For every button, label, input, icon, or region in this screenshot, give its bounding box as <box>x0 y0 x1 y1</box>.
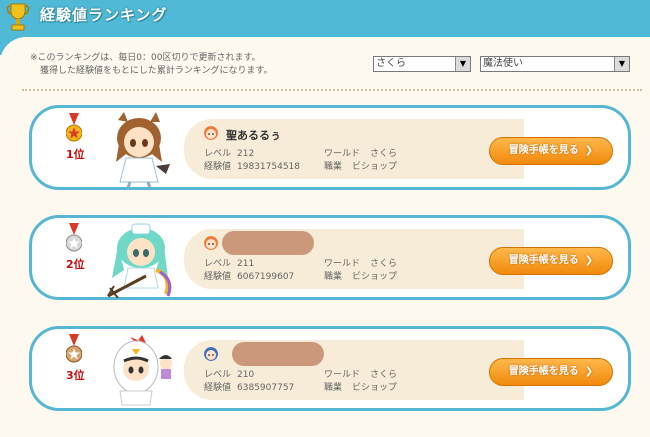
job-row: 職業 ビショップ <box>324 269 397 282</box>
chevron-right-icon: ❯ <box>584 366 594 377</box>
job-select[interactable]: 魔法使い ▼ <box>480 56 630 72</box>
world-value: さくら <box>370 149 398 159</box>
player-name: 聖あるるぅ <box>226 129 281 142</box>
level-row: レベル 212 <box>204 146 254 159</box>
level-row: レベル 210 <box>204 367 254 380</box>
redacted-player-name <box>232 342 324 366</box>
chevron-down-icon[interactable]: ▼ <box>455 57 470 71</box>
world-row: ワールド さくら <box>324 146 397 159</box>
character-avatar <box>107 223 172 298</box>
page-title: 経験値ランキング <box>40 6 168 24</box>
job-row: 職業 ビショップ <box>324 380 397 393</box>
world-select[interactable]: さくら ▼ <box>373 56 471 72</box>
character-avatar <box>113 335 172 406</box>
user-face-icon <box>204 126 218 140</box>
rank-label: 3位 <box>66 369 85 382</box>
chevron-right-icon: ❯ <box>584 145 594 156</box>
redacted-player-name <box>222 231 314 255</box>
job-label: 職業 <box>324 383 343 393</box>
world-row: ワールド さくら <box>324 367 397 380</box>
level-row: レベル 211 <box>204 256 254 269</box>
button-label: 冒険手帳を見る <box>508 255 579 266</box>
trophy-icon <box>6 3 30 31</box>
chevron-right-icon: ❯ <box>584 255 594 266</box>
player-info: 聖あるるぅ レベル 212 経験値 19831754518 ワールド さくら 職業 ビシ… <box>184 119 524 179</box>
world-label: ワールド <box>324 149 361 159</box>
notice-line-2: 獲得した経験値をもとにした累計ランキングになります。 <box>40 66 273 76</box>
world-value: さくら <box>370 370 398 380</box>
world-label: ワールド <box>324 370 361 380</box>
ranking-card: 3位 レベル 210 経験値 6385907757 ワールド さくら 職業 ビショップ … <box>29 326 631 411</box>
view-adventure-log-button[interactable]: 冒険手帳を見る ❯ <box>489 137 613 165</box>
character-avatar <box>116 112 170 188</box>
world-row: ワールド さくら <box>324 256 397 269</box>
exp-row: 経験値 19831754518 <box>204 159 300 172</box>
job-value: ビショップ <box>352 383 398 393</box>
exp-row: 経験値 6385907757 <box>204 380 294 393</box>
world-select-value: さくら <box>376 58 406 69</box>
level-label: レベル <box>204 149 232 159</box>
ranking-card: 1位 聖あるるぅ レベル 212 経験値 19831754518 ワールド さくら 職… <box>29 105 631 190</box>
ranking-card: 2位 レベル 211 経験値 6067199607 ワールド さくら 職業 ビショップ … <box>29 215 631 300</box>
ranking-notice: ※このランキングは、毎日0：00区切りで更新されます。 獲得した経験値をもとにし… <box>30 52 273 78</box>
level-value: 212 <box>237 149 255 159</box>
chevron-down-icon[interactable]: ▼ <box>614 57 629 71</box>
world-label: ワールド <box>324 259 361 269</box>
job-label: 職業 <box>324 272 343 282</box>
level-value: 210 <box>237 370 255 380</box>
level-label: レベル <box>204 259 232 269</box>
button-label: 冒険手帳を見る <box>508 366 579 377</box>
view-adventure-log-button[interactable]: 冒険手帳を見る ❯ <box>489 247 613 275</box>
exp-label: 経験値 <box>204 272 232 282</box>
job-value: ビショップ <box>352 272 398 282</box>
bronze-medal-icon <box>66 334 82 363</box>
gold-medal-icon <box>66 113 82 142</box>
button-label: 冒険手帳を見る <box>508 145 579 156</box>
world-value: さくら <box>370 259 398 269</box>
job-value: ビショップ <box>352 162 398 172</box>
exp-value: 6385907757 <box>237 383 295 393</box>
job-select-value: 魔法使い <box>483 58 523 69</box>
job-row: 職業 ビショップ <box>324 159 397 172</box>
exp-row: 経験値 6067199607 <box>204 269 294 282</box>
rank-label: 1位 <box>66 148 85 161</box>
notice-line-1: ※このランキングは、毎日0：00区切りで更新されます。 <box>30 53 261 63</box>
exp-label: 経験値 <box>204 383 232 393</box>
player-info: レベル 211 経験値 6067199607 ワールド さくら 職業 ビショップ <box>184 229 524 289</box>
rank-label: 2位 <box>66 258 85 271</box>
exp-label: 経験値 <box>204 162 232 172</box>
view-adventure-log-button[interactable]: 冒険手帳を見る ❯ <box>489 358 613 386</box>
exp-value: 19831754518 <box>237 162 301 172</box>
level-value: 211 <box>237 259 255 269</box>
silver-medal-icon <box>66 223 82 252</box>
job-label: 職業 <box>324 162 343 172</box>
divider <box>22 89 642 91</box>
user-face-icon <box>204 347 218 361</box>
player-info: レベル 210 経験値 6385907757 ワールド さくら 職業 ビショップ <box>184 340 524 400</box>
level-label: レベル <box>204 370 232 380</box>
exp-value: 6067199607 <box>237 272 295 282</box>
user-face-icon <box>204 236 218 250</box>
